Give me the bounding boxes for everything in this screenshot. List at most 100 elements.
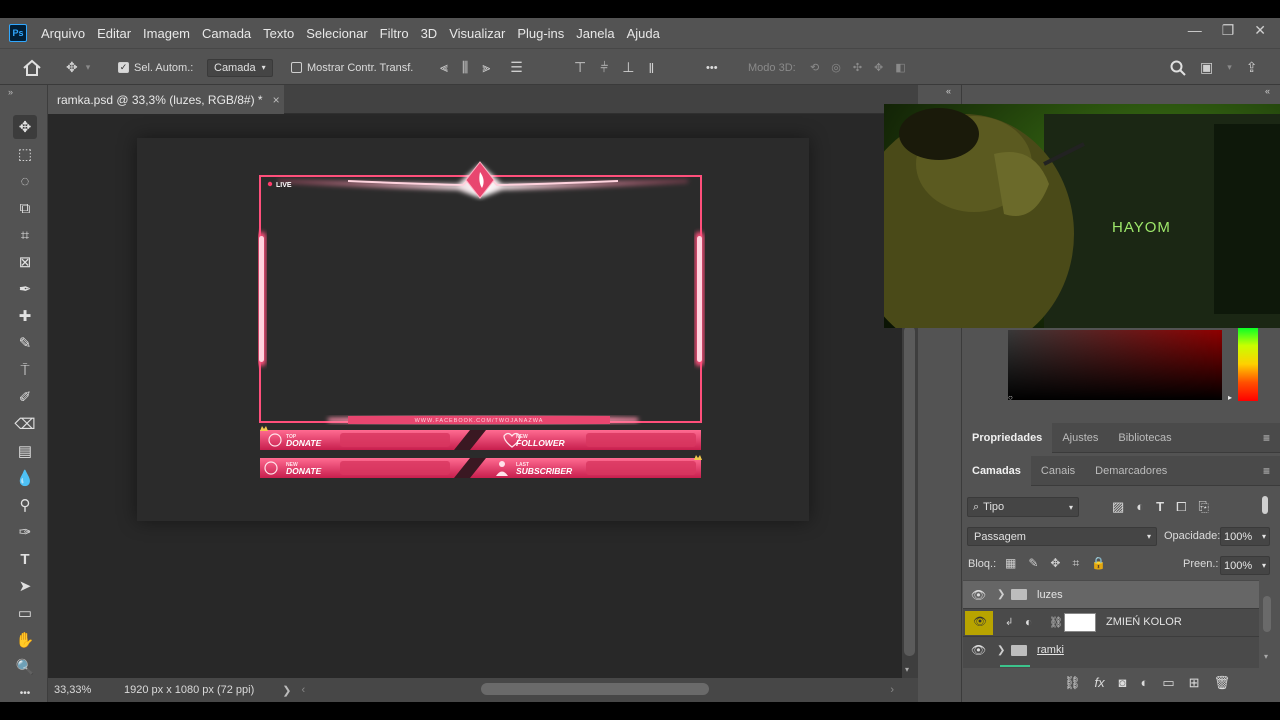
chevron-right-icon[interactable]: ❯ xyxy=(997,589,1005,600)
horizontal-scroll-thumb[interactable] xyxy=(481,683,709,695)
hue-slider-handle-icon[interactable]: ▸ xyxy=(1228,393,1232,402)
scroll-down-icon[interactable]: ▾ xyxy=(905,665,909,674)
panel-menu-icon[interactable]: ≡ xyxy=(1263,464,1270,478)
menu-imagem[interactable]: Imagem xyxy=(137,26,196,41)
blend-mode-dropdown[interactable]: Passagem ▾ xyxy=(967,527,1157,546)
healing-brush-tool-icon[interactable]: ✚ xyxy=(13,304,37,328)
menu-visualizar[interactable]: Visualizar xyxy=(443,26,511,41)
type-tool-icon[interactable]: T xyxy=(13,547,37,571)
color-picker-handle-icon[interactable]: ○ xyxy=(1008,393,1013,402)
layers-scroll-thumb[interactable] xyxy=(1263,596,1271,632)
hue-slider[interactable] xyxy=(1238,327,1258,401)
filter-smart-object-icon[interactable]: ⎘ xyxy=(1199,499,1209,515)
auto-select-target-dropdown[interactable]: Camada ▾ xyxy=(207,49,273,86)
tab-bibliotecas[interactable]: Bibliotecas xyxy=(1108,423,1181,453)
scroll-down-icon[interactable]: ▾ xyxy=(1264,652,1268,661)
pen-tool-icon[interactable]: ✑ xyxy=(13,520,37,544)
blur-tool-icon[interactable]: 💧 xyxy=(13,466,37,490)
tab-canais[interactable]: Canais xyxy=(1031,456,1085,486)
filter-toggle-switch[interactable] xyxy=(1262,496,1268,514)
visibility-eye-icon[interactable]: 👁 xyxy=(971,588,986,602)
new-adjustment-layer-icon[interactable]: ◐ xyxy=(1141,675,1149,691)
color-picker-field[interactable] xyxy=(1008,330,1222,400)
show-transform-checkbox[interactable]: Mostrar Contr. Transf. xyxy=(291,49,413,86)
link-layers-icon[interactable]: ⛓ xyxy=(1064,675,1081,691)
dodge-tool-icon[interactable]: ⚲ xyxy=(13,493,37,517)
close-document-icon[interactable]: × xyxy=(273,93,280,107)
filter-adjustment-icon[interactable]: ◐ xyxy=(1136,499,1144,515)
lock-pixels-icon[interactable]: ✎ xyxy=(1028,556,1038,571)
clone-stamp-tool-icon[interactable]: ⍑ xyxy=(13,358,37,382)
roll-3d-icon[interactable]: ◎ xyxy=(831,61,841,74)
layer-style-fx-icon[interactable]: fx xyxy=(1095,675,1105,691)
orbit-3d-icon[interactable]: ⟲ xyxy=(810,61,819,74)
layer-filter-dropdown[interactable]: ⌕ Tipo ▾ xyxy=(967,497,1079,517)
menu-editar[interactable]: Editar xyxy=(91,26,137,41)
lock-transparent-icon[interactable]: ▦ xyxy=(1005,556,1016,571)
photoshop-logo[interactable]: Ps xyxy=(9,24,27,42)
brush-tool-icon[interactable]: ✎ xyxy=(13,331,37,355)
frame-tool-icon[interactable]: ⊠ xyxy=(13,250,37,274)
status-menu-arrow-icon[interactable]: ❯ xyxy=(282,684,291,697)
align-right-icon[interactable]: ⫸ xyxy=(482,59,490,76)
collapse-toolbar-icon[interactable]: » xyxy=(8,87,13,97)
home-icon[interactable] xyxy=(22,49,42,86)
new-group-icon[interactable]: ▭ xyxy=(1162,675,1174,691)
add-mask-icon[interactable]: ◙ xyxy=(1119,675,1127,691)
close-window-button[interactable]: ✕ xyxy=(1254,22,1266,39)
layer-row-ramki[interactable]: 👁 ❯ ramki xyxy=(963,636,1259,663)
filter-shape-icon[interactable]: ⧠ xyxy=(1176,499,1186,515)
eraser-tool-icon[interactable]: ⌫ xyxy=(13,412,37,436)
menu-camada[interactable]: Camada xyxy=(196,26,257,41)
menu-3d[interactable]: 3D xyxy=(415,26,444,41)
menu-texto[interactable]: Texto xyxy=(257,26,300,41)
menu-janela[interactable]: Janela xyxy=(570,26,620,41)
pan-3d-icon[interactable]: ✣ xyxy=(853,61,862,74)
distribute-v-icon[interactable]: ‖ xyxy=(648,60,654,76)
move-tool-preset-icon[interactable]: ✥ ▾ xyxy=(66,49,90,86)
tab-propriedades[interactable]: Propriedades xyxy=(962,422,1053,453)
minimize-button[interactable]: — xyxy=(1188,22,1202,39)
align-top-icon[interactable]: ⊤ xyxy=(574,59,586,76)
scroll-right-icon[interactable]: › xyxy=(890,684,894,696)
align-left-icon[interactable]: ⫷ xyxy=(440,59,448,76)
align-middle-v-icon[interactable]: ⫩ xyxy=(600,59,608,76)
filter-type-icon[interactable]: T xyxy=(1156,499,1164,515)
lock-all-icon[interactable]: 🔒 xyxy=(1091,556,1106,571)
menu-ajuda[interactable]: Ajuda xyxy=(621,26,666,41)
lock-position-icon[interactable]: ✥ xyxy=(1050,556,1060,571)
panel-menu-icon[interactable]: ≡ xyxy=(1263,431,1270,445)
auto-select-checkbox[interactable]: ✓ Sel. Autom.: xyxy=(118,49,193,86)
chevron-down-icon[interactable]: ▾ xyxy=(1227,62,1232,73)
share-icon[interactable]: ⇪ xyxy=(1246,59,1258,76)
layer-row-luzes[interactable]: 👁 ❯ luzes xyxy=(963,581,1259,608)
collapse-panels-icon[interactable]: « xyxy=(1265,86,1270,96)
lasso-tool-icon[interactable]: ◌ xyxy=(13,169,37,193)
layer-mask-thumbnail[interactable] xyxy=(1064,613,1096,632)
slide-3d-icon[interactable]: ✥ xyxy=(874,61,883,74)
scroll-left-icon[interactable]: ‹ xyxy=(301,684,305,696)
path-select-tool-icon[interactable]: ➤ xyxy=(13,574,37,598)
restore-button[interactable]: ❐ xyxy=(1222,22,1235,39)
menu-selecionar[interactable]: Selecionar xyxy=(300,26,373,41)
tab-ajustes[interactable]: Ajustes xyxy=(1052,423,1108,453)
visibility-eye-icon[interactable]: 👁 xyxy=(971,643,986,657)
move-tool-icon[interactable]: ✥ xyxy=(13,115,37,139)
workspace-icon[interactable]: ▣ xyxy=(1200,59,1213,76)
hand-tool-icon[interactable]: ✋ xyxy=(13,628,37,652)
layer-row-zmien-kolor[interactable]: 👁 ↲ ◐ ⛓ ZMIEŃ KOLOR xyxy=(963,608,1259,635)
marquee-tool-icon[interactable]: ⬚ xyxy=(13,142,37,166)
crop-tool-icon[interactable]: ⌗ xyxy=(13,223,37,247)
menu-plugins[interactable]: Plug-ins xyxy=(511,26,570,41)
fill-input[interactable]: 100% ▾ xyxy=(1220,556,1270,575)
filter-pixel-icon[interactable]: ▨ xyxy=(1112,499,1124,515)
new-layer-icon[interactable]: ⊞ xyxy=(1189,675,1200,691)
object-select-tool-icon[interactable]: ⧉ xyxy=(13,196,37,220)
distribute-icon[interactable]: ☰ xyxy=(510,59,523,76)
lock-artboard-icon[interactable]: ⌗ xyxy=(1072,556,1079,571)
delete-layer-icon[interactable]: 🗑 xyxy=(1214,675,1231,691)
search-icon[interactable] xyxy=(1170,60,1186,76)
opacity-input[interactable]: 100% ▾ xyxy=(1220,527,1270,546)
rectangle-tool-icon[interactable]: ▭ xyxy=(13,601,37,625)
align-center-h-icon[interactable]: ⫼ xyxy=(462,59,468,76)
